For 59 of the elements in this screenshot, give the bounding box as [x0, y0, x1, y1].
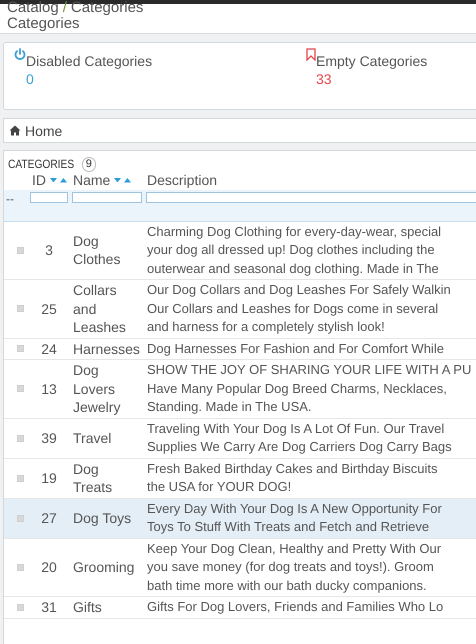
table-cell: 19	[28, 458, 70, 498]
filter-field[interactable]	[72, 192, 142, 202]
row-checkbox[interactable]	[17, 434, 24, 442]
table-cell: Charming Dog Clothing for every-day-wear, special your dog all dressed up! Dog clothes including the outerwear and seasonal dog clothing. Made in The	[144, 221, 476, 280]
count-badge: 9	[82, 156, 96, 172]
row-checkbox[interactable]	[17, 474, 24, 482]
home-icon	[9, 125, 21, 136]
column-header[interactable]: Description	[147, 171, 218, 190]
sort-icon[interactable]	[50, 177, 68, 184]
row-checkbox[interactable]	[17, 514, 24, 522]
row-checkbox[interactable]	[17, 385, 24, 392]
table-cell: Our Dog Collars and Dog Leashes For Safely Walkin Our Collars and Leashes for Dogs come in several and harness for a completely stylish look!	[144, 280, 476, 338]
filter-field[interactable]	[146, 192, 476, 202]
table-cell: Dog Harnesses For Fashion and For Comfort While	[144, 338, 476, 360]
power-icon	[14, 48, 26, 61]
column-header[interactable]: ID	[32, 171, 46, 190]
table-cell: Gifts	[70, 596, 144, 618]
table-cell: Harnesses	[70, 338, 144, 360]
breadcrumb-link[interactable]: Categories	[70, 0, 144, 15]
filter-field[interactable]	[30, 192, 68, 202]
filter-reset[interactable]: --	[6, 192, 14, 206]
table-cell: 27	[28, 498, 70, 538]
table-cell: Every Day With Your Dog Is A New Opportunity For Toys To Stuff With Treats and Fetch and Retrieve	[144, 498, 476, 538]
kpi-value: 0	[26, 71, 35, 87]
table-cell: 13	[28, 360, 70, 418]
table-cell: 20	[28, 538, 70, 596]
table-cell: Keep Your Dog Clean, Healthy and Pretty With Our you save money (for dog treats and toys!). Groom bath time more with our bath ducky companions.	[144, 538, 476, 596]
table-cell: SHOW THE JOY OF SHARING YOUR LIFE WITH A PU Have Many Popular Dog Breed Charms, Necklaces, Standing. Made in The USA.	[144, 360, 476, 418]
bookmark-icon	[306, 48, 316, 61]
table-cell: Dog Toys	[70, 498, 144, 538]
table-cell: Collars and Leashes	[70, 280, 144, 338]
breadcrumb-link[interactable]: Catalog	[7, 0, 59, 15]
row-checkbox[interactable]	[17, 246, 24, 254]
row-checkbox[interactable]	[17, 564, 24, 571]
table-cell: Traveling With Your Dog Is A Lot Of Fun. Our Travel Supplies We Carry Are Dog Carriers Dog Carry Bags	[144, 418, 476, 458]
column-header[interactable]: Name	[73, 171, 110, 190]
table-cell: Gifts For Dog Lovers, Friends and Families Who Lo	[144, 596, 476, 618]
table-title: CATEGORIES	[8, 157, 74, 171]
table-cell: 25	[28, 280, 70, 338]
table-cell: 24	[28, 338, 70, 360]
row-checkbox[interactable]	[17, 305, 24, 312]
page-title: Categories	[7, 15, 80, 33]
sort-icon[interactable]	[114, 177, 132, 184]
table-cell: Dog Lovers Jewelry	[70, 360, 144, 418]
table-cell: 31	[28, 596, 70, 618]
row-checkbox[interactable]	[17, 345, 24, 352]
table-cell: 39	[28, 418, 70, 458]
table-cell: Fresh Baked Birthday Cakes and Birthday Biscuits the USA for YOUR DOG!	[144, 458, 476, 498]
home-link[interactable]: Home	[9, 122, 62, 138]
kpi-label: Disabled Categories	[26, 53, 152, 69]
table-cell: Dog Treats	[70, 458, 144, 498]
table-cell: Travel	[70, 418, 144, 458]
row-checkbox[interactable]	[17, 604, 24, 611]
table-cell: 3	[28, 221, 70, 280]
table-cell: Dog Clothes	[70, 221, 144, 280]
kpi-value: 33	[316, 71, 333, 87]
table-cell: Grooming	[70, 538, 144, 596]
breadcrumb-separator: /	[62, 0, 67, 15]
kpi-label: Empty Categories	[316, 53, 428, 69]
